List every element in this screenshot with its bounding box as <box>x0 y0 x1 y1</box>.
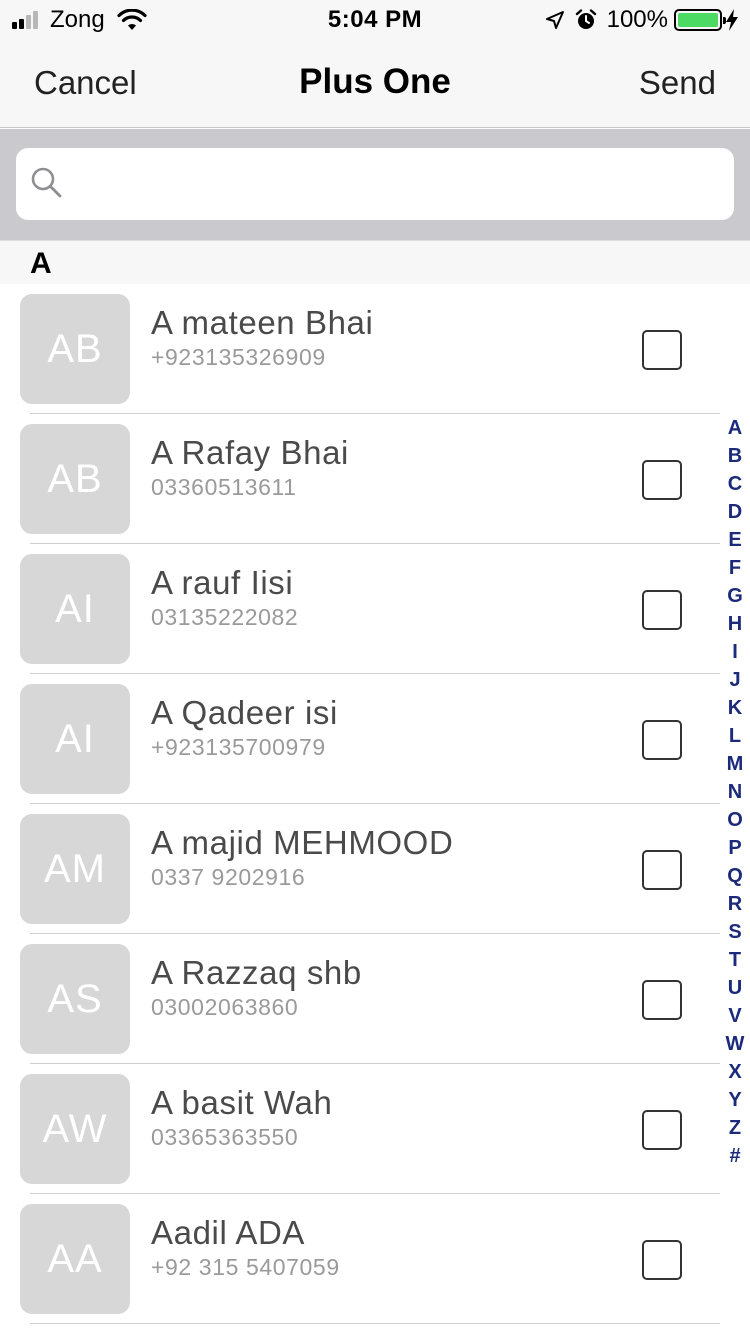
index-letter[interactable]: M <box>720 750 750 778</box>
index-letter[interactable]: A <box>720 414 750 442</box>
contact-phone: 03135222082 <box>151 604 299 630</box>
contact-name: A Razzaq shb <box>151 954 362 991</box>
contact-row[interactable]: AI A Qadeer isi +923135700979 <box>0 674 750 804</box>
contact-phone: 0337 9202916 <box>151 864 306 890</box>
index-letter[interactable]: J <box>720 666 750 694</box>
index-letter[interactable]: O <box>720 806 750 834</box>
row-divider <box>30 1323 720 1324</box>
contact-phone: 03002063860 <box>151 994 299 1020</box>
avatar: AS <box>20 944 130 1054</box>
index-letter[interactable]: Q <box>720 862 750 890</box>
contact-name: A rauf Iisi <box>151 564 294 601</box>
contact-phone: +923135326909 <box>151 344 326 370</box>
avatar: AB <box>20 424 130 534</box>
index-letter[interactable]: D <box>720 498 750 526</box>
contact-row[interactable]: AA Aadil ADA +92 315 5407059 <box>0 1194 750 1324</box>
section-header: A <box>0 240 750 284</box>
alphabet-index[interactable]: A B C D E F G H I J K L M N O P Q R S T … <box>720 414 750 1170</box>
battery-fill <box>678 13 718 27</box>
index-letter[interactable]: Y <box>720 1086 750 1114</box>
index-letter[interactable]: R <box>720 890 750 918</box>
index-letter[interactable]: C <box>720 470 750 498</box>
contact-phone: 03360513611 <box>151 474 297 500</box>
contact-row[interactable]: AS A Razzaq shb 03002063860 <box>0 934 750 1064</box>
index-letter[interactable]: N <box>720 778 750 806</box>
contact-name: A Qadeer isi <box>151 694 338 731</box>
contact-name: A mateen Bhai <box>151 304 374 341</box>
index-letter[interactable]: X <box>720 1058 750 1086</box>
status-bar: Zong 5:04 PM 100% <box>0 0 750 40</box>
app-screen: Zong 5:04 PM 100% Cancel Plus One Send A… <box>0 0 750 1334</box>
index-letter[interactable]: W <box>720 1030 750 1058</box>
index-letter[interactable]: E <box>720 526 750 554</box>
contact-row[interactable]: AM A majid MEHMOOD 0337 9202916 <box>0 804 750 934</box>
contact-row[interactable]: AB A Rafay Bhai 03360513611 <box>0 414 750 544</box>
contact-name: Aadil ADA <box>151 1214 305 1251</box>
nav-bar: Cancel Plus One Send <box>0 40 750 128</box>
index-letter[interactable]: T <box>720 946 750 974</box>
avatar: AI <box>20 684 130 794</box>
send-button[interactable]: Send <box>639 64 716 102</box>
battery-icon <box>674 9 726 31</box>
contact-row[interactable]: AW A basit Wah 03365363550 <box>0 1064 750 1194</box>
select-checkbox[interactable] <box>642 850 682 890</box>
select-checkbox[interactable] <box>642 330 682 370</box>
avatar: AB <box>20 294 130 404</box>
index-letter[interactable]: G <box>720 582 750 610</box>
index-letter[interactable]: B <box>720 442 750 470</box>
avatar: AA <box>20 1204 130 1314</box>
index-letter[interactable]: Z <box>720 1114 750 1142</box>
contact-name: A majid MEHMOOD <box>151 824 454 861</box>
select-checkbox[interactable] <box>642 590 682 630</box>
contact-row[interactable]: AB A mateen Bhai +923135326909 <box>0 284 750 414</box>
contact-row[interactable]: AI A rauf Iisi 03135222082 <box>0 544 750 674</box>
index-letter[interactable]: S <box>720 918 750 946</box>
contact-phone: +92 315 5407059 <box>151 1254 340 1280</box>
index-letter[interactable]: L <box>720 722 750 750</box>
index-letter[interactable]: U <box>720 974 750 1002</box>
section-header-letter: A <box>30 247 52 280</box>
contact-list: AB A mateen Bhai +923135326909 AB A Rafa… <box>0 284 750 1324</box>
contact-phone: 03365363550 <box>151 1124 299 1150</box>
index-letter[interactable]: V <box>720 1002 750 1030</box>
search-input[interactable] <box>16 148 734 220</box>
select-checkbox[interactable] <box>642 980 682 1020</box>
select-checkbox[interactable] <box>642 720 682 760</box>
select-checkbox[interactable] <box>642 1110 682 1150</box>
alarm-icon <box>575 9 596 29</box>
contact-name: A Rafay Bhai <box>151 434 349 471</box>
index-letter[interactable]: F <box>720 554 750 582</box>
avatar: AM <box>20 814 130 924</box>
location-arrow-icon <box>545 11 564 29</box>
avatar: AI <box>20 554 130 664</box>
battery-percent: 100% <box>606 6 668 33</box>
contact-name: A basit Wah <box>151 1084 333 1121</box>
contact-phone: +923135700979 <box>151 734 326 760</box>
select-checkbox[interactable] <box>642 1240 682 1280</box>
index-letter[interactable]: K <box>720 694 750 722</box>
charging-bolt-icon <box>726 9 738 31</box>
index-letter[interactable]: H <box>720 610 750 638</box>
index-letter[interactable]: I <box>720 638 750 666</box>
select-checkbox[interactable] <box>642 460 682 500</box>
index-letter[interactable]: # <box>720 1142 750 1170</box>
search-icon <box>31 167 62 198</box>
avatar: AW <box>20 1074 130 1184</box>
cancel-button[interactable]: Cancel <box>34 64 137 102</box>
status-right: 100% <box>545 6 738 34</box>
search-bar <box>0 129 750 240</box>
index-letter[interactable]: P <box>720 834 750 862</box>
